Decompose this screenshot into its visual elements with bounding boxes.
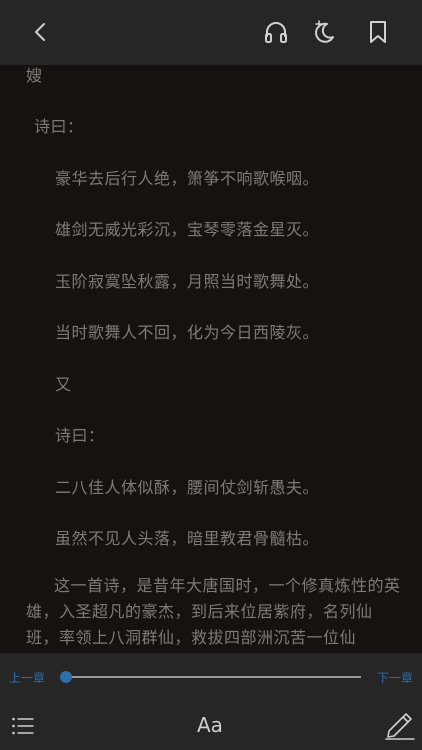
bookmark-icon[interactable]	[363, 17, 393, 47]
text-line: 雄剑无威光彩沉，宝琴零落金星灭。	[55, 220, 320, 239]
chapter-progress-slider[interactable]	[66, 676, 361, 678]
bottom-toolbar: 上一章 下一章 Aa	[0, 653, 422, 750]
back-arrow-icon[interactable]	[25, 17, 55, 47]
text-line: 又	[55, 375, 72, 394]
chapter-content: 嫂 诗曰： 豪华去后行人绝，箫筝不响歌喉咽。 雄剑无威光彩沉，宝琴零落金星灭。 …	[0, 65, 422, 653]
text-paragraph: 这一首诗，是昔年大唐国时，一个修真炼性的英雄，入圣超凡的豪杰，到后来位居紫府，名…	[26, 576, 401, 647]
text-line: 嫂	[26, 66, 43, 85]
top-toolbar	[0, 0, 422, 65]
night-mode-icon[interactable]	[312, 17, 342, 47]
pencil-note-icon[interactable]	[384, 707, 416, 741]
menu-list-icon[interactable]	[11, 715, 35, 737]
text-line: 当时歌舞人不回，化为今日西陵灰。	[55, 323, 320, 342]
text-line: 玉阶寂寞坠秋露，月照当时歌舞处。	[55, 272, 320, 291]
slider-thumb[interactable]	[60, 671, 72, 683]
text-line: 诗曰：	[55, 426, 105, 445]
text-line: 诗曰：	[34, 117, 84, 136]
font-size-icon[interactable]: Aa	[197, 713, 223, 737]
headphones-icon[interactable]	[261, 17, 291, 47]
text-line: 豪华去后行人绝，箫筝不响歌喉咽。	[55, 169, 320, 188]
prev-chapter-link[interactable]: 上一章	[9, 669, 45, 686]
next-chapter-link[interactable]: 下一章	[377, 669, 413, 686]
text-line: 虽然不见人头落，暗里教君骨髓枯。	[55, 529, 320, 548]
text-line: 二八佳人体似酥，腰间仗剑斩愚夫。	[55, 478, 320, 497]
